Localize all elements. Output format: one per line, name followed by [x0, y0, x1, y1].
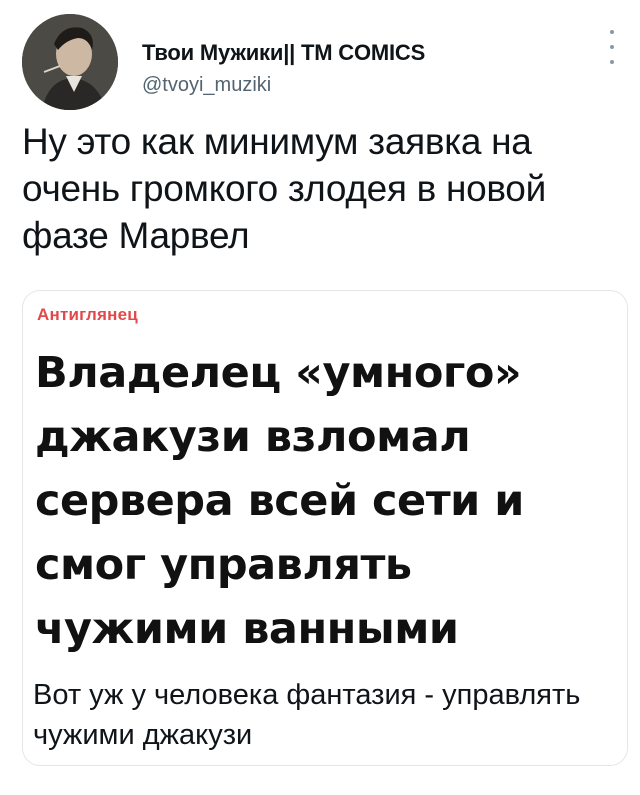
vertical-ellipsis-icon: [610, 45, 614, 49]
tweet-text: Ну это как минимум заявка на очень громк…: [22, 121, 546, 256]
tweet: Твои Мужики|| TM COMICS @tvoyi_muziki Ну…: [0, 0, 640, 795]
card-caption: Вот уж у человека фантазия - управлять ч…: [33, 679, 581, 751]
vertical-ellipsis-icon: [610, 30, 614, 34]
author-handle[interactable]: @tvoyi_muziki: [142, 74, 425, 97]
card-source: Антиглянец: [37, 305, 138, 324]
tweet-header: Твои Мужики|| TM COMICS @tvoyi_muziki: [22, 14, 622, 110]
vertical-ellipsis-icon: [610, 60, 614, 64]
more-options-button[interactable]: [602, 30, 622, 64]
avatar-photo-icon: [22, 14, 118, 110]
embedded-article-card[interactable]: Антиглянец Владелец «умного» джакузи взл…: [22, 290, 628, 766]
author-names: Твои Мужики|| TM COMICS @tvoyi_muziki: [142, 40, 425, 97]
author-display-name[interactable]: Твои Мужики|| TM COMICS: [142, 40, 425, 66]
avatar[interactable]: [22, 14, 118, 110]
card-headline: Владелец «умного» джакузи взломал сервер…: [35, 348, 524, 654]
